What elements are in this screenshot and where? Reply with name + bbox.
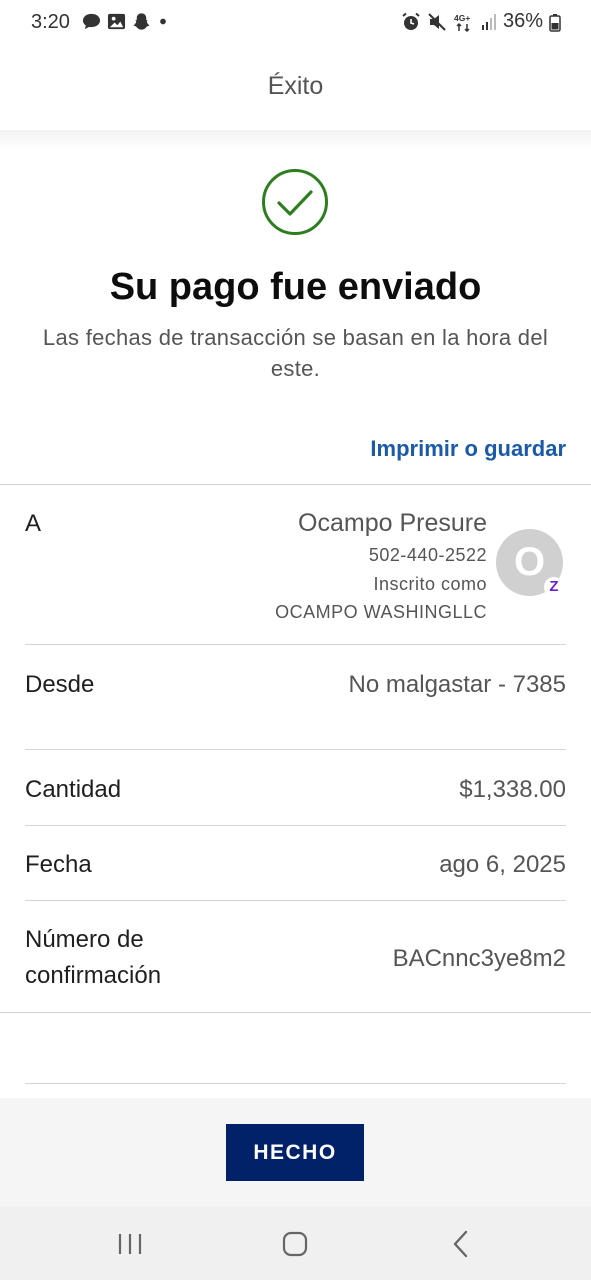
snapchat-icon (133, 13, 150, 30)
amount-value: $1,338.00 (459, 776, 566, 803)
svg-text:4G+: 4G+ (454, 13, 470, 23)
image-icon (107, 13, 126, 30)
divider (25, 825, 566, 826)
page-title: Éxito (267, 72, 324, 100)
checkmark-circle-icon (262, 169, 328, 235)
battery-icon (549, 13, 561, 32)
from-label: Desde (25, 671, 95, 698)
home-icon[interactable] (275, 1228, 315, 1260)
divider (25, 1083, 566, 1084)
zelle-badge-icon: Z (544, 577, 564, 597)
recipient-name: Ocampo Presure (298, 509, 487, 537)
network-4g-icon: 4G+ (454, 13, 470, 32)
recipient-label: A (25, 510, 42, 537)
divider (0, 1012, 591, 1013)
divider (25, 749, 566, 750)
date-value: ago 6, 2025 (439, 851, 566, 878)
header-shadow (0, 130, 591, 150)
confirmation-number: BACnnc3ye8m2 (392, 945, 566, 972)
divider (0, 484, 591, 485)
from-account: No malgastar - 7385 (348, 671, 566, 698)
alarm-icon (402, 12, 420, 30)
enrolled-name: OCAMPO WASHINGLLC (275, 602, 487, 622)
dot-icon (160, 18, 166, 25)
enrolled-as-label: Inscrito como (373, 574, 487, 594)
signal-icon (481, 13, 496, 30)
chat-bubble-icon (82, 13, 101, 30)
done-button[interactable]: HECHO (226, 1124, 364, 1181)
recipient-phone: 502-440-2522 (368, 545, 487, 565)
print-or-save-link[interactable]: Imprimir o guardar (370, 436, 566, 462)
amount-label: Cantidad (25, 776, 122, 803)
app-header: Éxito (0, 46, 591, 130)
status-time: 3:20 (31, 11, 70, 33)
divider (25, 900, 566, 901)
battery-percent: 36% (502, 10, 543, 32)
status-bar: 3:20 4G+ 36% (0, 0, 591, 46)
confirmation-label-line2: confirmación (25, 962, 162, 989)
success-title: Su pago fue enviado (109, 266, 482, 308)
mute-icon (428, 12, 446, 31)
recent-apps-icon[interactable] (110, 1228, 150, 1260)
timezone-note: Las fechas de transacción se basan en la… (42, 325, 549, 381)
date-label: Fecha (25, 851, 92, 878)
divider (25, 644, 566, 645)
back-icon[interactable] (441, 1228, 481, 1260)
system-nav-bar (0, 1206, 591, 1280)
confirmation-label-line1: Número de (25, 926, 144, 953)
